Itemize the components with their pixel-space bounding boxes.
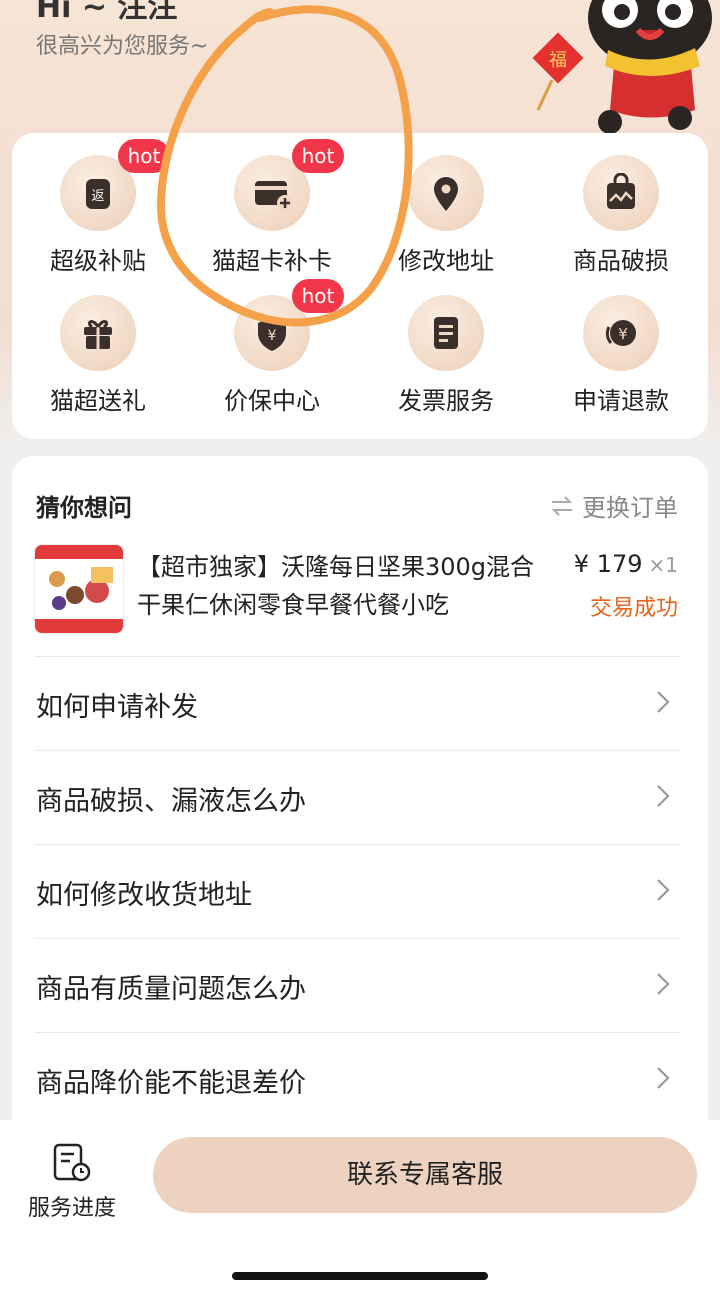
chevron-right-icon bbox=[657, 1067, 670, 1089]
service-refund[interactable]: ¥ 申请退款 bbox=[546, 273, 696, 415]
svg-text:福: 福 bbox=[549, 50, 567, 71]
contact-agent-button[interactable]: 联系专属客服 bbox=[153, 1137, 697, 1213]
faq-card: 猜你想问 更换订单 【超市独家】沃隆每日坚果300g混合干果仁休闲零食早餐代餐小… bbox=[12, 456, 708, 1156]
service-card-reissue[interactable]: hot 猫超卡补卡 bbox=[197, 133, 347, 275]
greeting-subtitle: 很高兴为您服务~ bbox=[36, 34, 209, 59]
service-price-protection[interactable]: ¥ hot 价保中心 bbox=[197, 273, 347, 415]
product-name[interactable]: 【超市独家】沃隆每日坚果300g混合干果仁休闲零食早餐代餐小吃 bbox=[137, 548, 557, 624]
change-order-label: 更换订单 bbox=[582, 494, 678, 522]
chevron-right-icon bbox=[657, 879, 670, 901]
refund-icon: ¥ bbox=[583, 295, 659, 371]
faq-question: 商品有质量问题怎么办 bbox=[36, 974, 306, 1005]
service-change-address[interactable]: 修改地址 bbox=[371, 133, 521, 275]
service-super-subsidy[interactable]: 返 hot 超级补贴 bbox=[23, 133, 173, 275]
change-order-button[interactable]: 更换订单 bbox=[550, 488, 678, 523]
bottom-action-bar: 服务进度 联系专属客服 bbox=[0, 1120, 720, 1296]
hot-badge: hot bbox=[292, 139, 344, 173]
faq-item[interactable]: 商品破损、漏液怎么办 bbox=[34, 750, 680, 845]
service-label: 猫超送礼 bbox=[50, 387, 146, 415]
service-progress-button[interactable]: 服务进度 bbox=[20, 1140, 124, 1230]
faq-item[interactable]: 如何申请补发 bbox=[34, 656, 680, 751]
faq-item[interactable]: 如何修改收货地址 bbox=[34, 844, 680, 939]
svg-text:¥: ¥ bbox=[618, 325, 628, 343]
service-label: 超级补贴 bbox=[50, 247, 146, 275]
guess-section-title: 猜你想问 bbox=[36, 494, 132, 522]
hot-badge: hot bbox=[292, 279, 344, 313]
faq-item[interactable]: 商品降价能不能退差价 bbox=[34, 1032, 680, 1127]
product-price: ¥ 179 ×1 bbox=[574, 550, 678, 578]
hot-badge: hot bbox=[118, 139, 170, 173]
service-progress-icon bbox=[53, 1143, 91, 1182]
service-label: 修改地址 bbox=[398, 247, 494, 275]
quantity: ×1 bbox=[648, 553, 678, 577]
chevron-right-icon bbox=[657, 785, 670, 807]
service-progress-label: 服务进度 bbox=[27, 1196, 116, 1221]
broken-bag-icon bbox=[583, 155, 659, 231]
svg-text:¥: ¥ bbox=[268, 328, 277, 344]
home-indicator[interactable] bbox=[232, 1272, 488, 1280]
price-value: ¥ 179 bbox=[573, 550, 643, 578]
greeting-title: Hi ~ 注注 bbox=[36, 0, 178, 25]
faq-question: 如何申请补发 bbox=[36, 692, 198, 723]
chevron-right-icon bbox=[657, 691, 670, 713]
service-label: 商品破损 bbox=[573, 247, 669, 275]
gift-icon bbox=[60, 295, 136, 371]
chevron-right-icon bbox=[657, 973, 670, 995]
service-damaged-goods[interactable]: 商品破损 bbox=[546, 133, 696, 275]
faq-question: 商品破损、漏液怎么办 bbox=[36, 786, 306, 817]
location-pin-icon bbox=[408, 155, 484, 231]
service-label: 猫超卡补卡 bbox=[212, 247, 332, 275]
service-label: 发票服务 bbox=[398, 387, 494, 415]
order-status: 交易成功 bbox=[589, 596, 678, 621]
product-thumbnail[interactable] bbox=[34, 544, 124, 634]
faq-item[interactable]: 商品有质量问题怎么办 bbox=[34, 938, 680, 1033]
service-invoice[interactable]: 发票服务 bbox=[371, 273, 521, 415]
service-label: 申请退款 bbox=[573, 387, 669, 415]
service-gift[interactable]: 猫超送礼 bbox=[23, 273, 173, 415]
mascot-illustration: 福 bbox=[532, 0, 712, 134]
service-label: 价保中心 bbox=[224, 387, 320, 415]
service-grid: 返 hot 超级补贴 hot 猫超卡补卡 修改地址 商品破损 猫超送礼 ¥ ho… bbox=[12, 133, 708, 439]
invoice-icon bbox=[408, 295, 484, 371]
svg-text:返: 返 bbox=[91, 189, 104, 204]
faq-question: 商品降价能不能退差价 bbox=[36, 1068, 306, 1099]
swap-icon bbox=[551, 495, 573, 516]
faq-question: 如何修改收货地址 bbox=[36, 880, 252, 911]
